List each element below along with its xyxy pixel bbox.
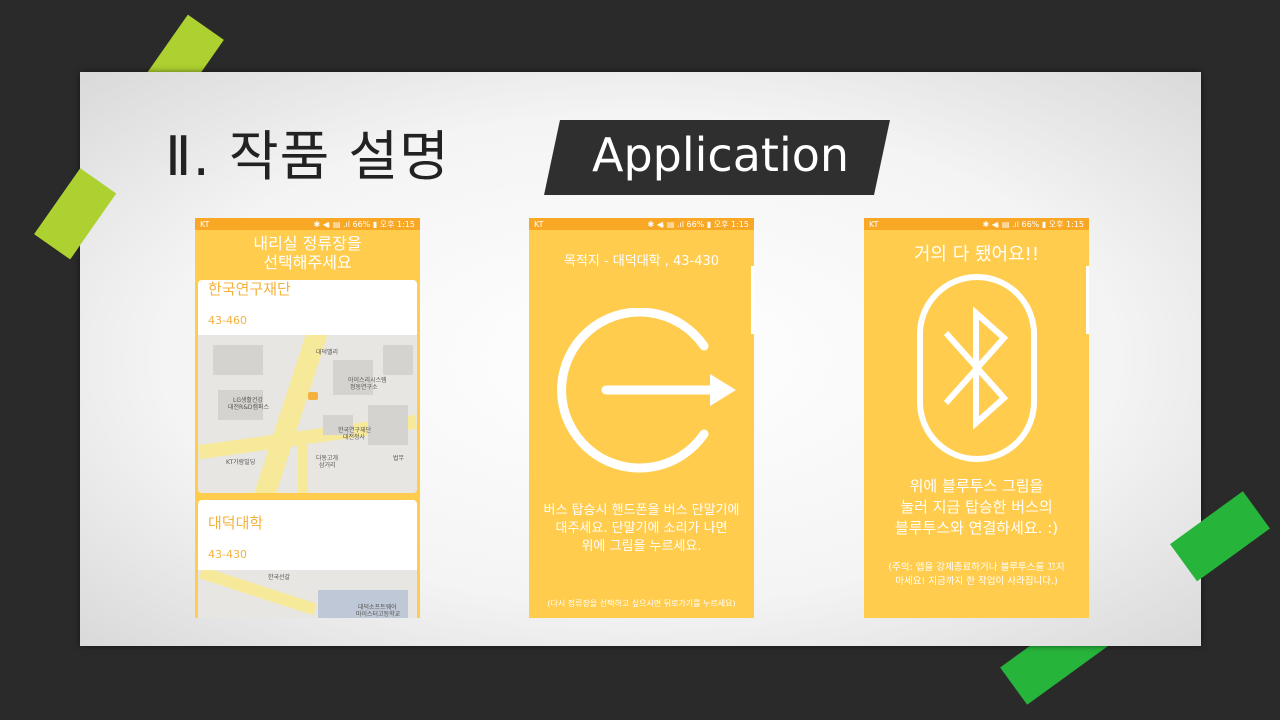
almost-done-header: 거의 다 됐어요!! xyxy=(913,244,1040,265)
phone-screen-bluetooth: KT ✱ ◀ᵢ ▤ .ıl 66% ▮ 오후 1:15 거의 다 됐어요!! 위… xyxy=(864,218,1089,618)
map-label: 정동연구소 xyxy=(350,384,378,391)
phone-screen-stop-select: KT ✱ ◀ᵢ ▤ .ıl 66% ▮ 오후 1:15 내리실 정류장을 선택해… xyxy=(195,218,420,618)
boarding-exit-icon[interactable] xyxy=(544,308,744,473)
warning-note: (주의: 앱을 강제종료하거나 블루투스를 끄지 마세요! 지금까지 한 작업이… xyxy=(864,561,1089,589)
stop-select-header: 내리실 정류장을 선택해주세요 xyxy=(195,234,420,272)
instruction-line: 대주세요. 단말기에 소리가 나면 xyxy=(555,521,728,536)
stop-code: 43-460 xyxy=(208,314,247,327)
bluetooth-icon[interactable] xyxy=(916,273,1038,463)
map-label: 삼거리 xyxy=(319,462,336,469)
header-line-1: 내리실 정류장을 xyxy=(253,234,362,253)
warning-line: (주의: 앱을 강제종료하거나 블루투스를 끄지 xyxy=(888,562,1065,573)
stop-map: 한국선갈 대덕소프트웨어 마이스터고등학교 xyxy=(198,570,417,618)
phone-screen-boarding: KT ✱ ◀ᵢ ▤ .ıl 66% ▮ 오후 1:15 목적지 - 대덕대학 ,… xyxy=(529,218,754,618)
instruction-line: 블루투스와 연결하세요. :) xyxy=(894,519,1059,537)
scroll-edge xyxy=(1086,266,1089,334)
stop-name: 대덕대학 xyxy=(208,514,264,532)
map-label: 대전R&D캠퍼스 xyxy=(228,404,270,411)
map-label: 마이스터고등학교 xyxy=(356,611,401,618)
stop-map: 대덕밸리 아이스리시스템 정동연구소 LG생활건강 대전R&D캠퍼스 한국연구재… xyxy=(198,335,417,493)
destination-label: 목적지 - 대덕대학 , 43-430 xyxy=(563,254,720,269)
carrier-label: KT xyxy=(534,219,544,229)
instruction-line: 눌러 지금 탑승한 버스의 xyxy=(900,498,1053,516)
status-icons: ✱ ◀ᵢ ▤ .ıl 66% ▮ 오후 1:15 xyxy=(647,219,749,229)
application-banner-text: Application xyxy=(592,128,850,182)
status-icons: ✱ ◀ᵢ ▤ .ıl 66% ▮ 오후 1:15 xyxy=(313,219,415,229)
stop-card-2[interactable]: 대덕대학 43-430 한국선갈 대덕소프트웨어 마이스터고등학교 xyxy=(198,500,417,618)
carrier-label: KT xyxy=(200,219,210,229)
map-label: KT가람빌딩 xyxy=(226,459,256,466)
bluetooth-instructions: 위에 블루투스 그림을 눌러 지금 탑승한 버스의 블루투스와 연결하세요. :… xyxy=(864,476,1089,539)
boarding-instructions: 버스 탑승시 핸드폰을 버스 단말기에 대주세요. 단말기에 소리가 나면 위에… xyxy=(529,502,754,556)
back-note: (다시 정류장을 선택하고 싶으시면 뒤로가기를 누르세요) xyxy=(547,599,736,608)
status-bar: KT ✱ ◀ᵢ ▤ .ıl 66% ▮ 오후 1:15 xyxy=(864,218,1089,230)
status-bar: KT ✱ ◀ᵢ ▤ .ıl 66% ▮ 오후 1:15 xyxy=(529,218,754,230)
map-label: 대전청사 xyxy=(343,434,366,441)
status-bar: KT ✱ ◀ᵢ ▤ .ıl 66% ▮ 오후 1:15 xyxy=(195,218,420,230)
instruction-line: 위에 블루투스 그림을 xyxy=(909,477,1044,495)
bus-stop-marker-icon xyxy=(308,392,318,400)
stop-card-1[interactable]: 한국연구재단 43-460 대덕밸리 아이스리시스템 정동연구소 LG생활건강 … xyxy=(198,280,417,493)
warning-line: 마세요! 지금까지 한 작업이 사라집니다.) xyxy=(895,576,1058,587)
stop-name: 한국연구재단 xyxy=(208,280,291,298)
slide-title: Ⅱ. 작품 설명 xyxy=(165,125,450,188)
map-label: 대덕밸리 xyxy=(316,349,339,356)
map-label: 한국선갈 xyxy=(268,574,291,581)
instruction-line: 위에 그림을 누르세요. xyxy=(581,539,702,554)
status-icons: ✱ ◀ᵢ ▤ .ıl 66% ▮ 오후 1:15 xyxy=(982,219,1084,229)
map-label: 법무 xyxy=(393,455,405,462)
carrier-label: KT xyxy=(869,219,879,229)
stop-code: 43-430 xyxy=(208,548,247,561)
scroll-edge xyxy=(751,266,754,334)
instruction-line: 버스 탑승시 핸드폰을 버스 단말기에 xyxy=(543,503,740,518)
header-line-2: 선택해주세요 xyxy=(263,253,352,272)
